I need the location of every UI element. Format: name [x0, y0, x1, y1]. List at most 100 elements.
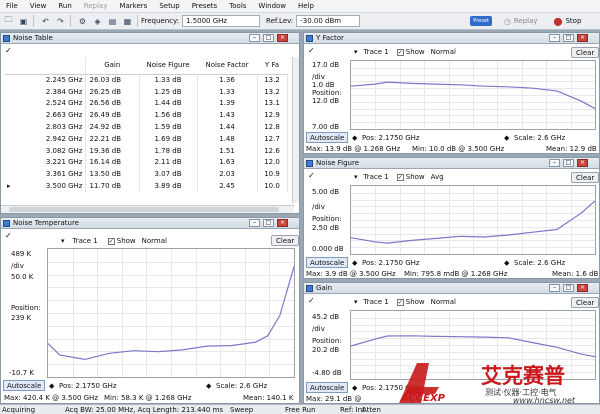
autoscale-button[interactable]: Autoscale [3, 380, 46, 391]
show-checkbox[interactable]: ✓ [396, 48, 404, 56]
close-icon[interactable]: × [277, 219, 288, 227]
menu-file[interactable]: File [0, 2, 24, 10]
position-value[interactable]: 2.50 dB [312, 224, 339, 232]
position-value[interactable]: 20.2 dB [312, 346, 339, 354]
position-readout[interactable]: Pos: 2.1750 GHz [362, 259, 420, 267]
mode-select[interactable]: Avg [431, 173, 444, 181]
redo-icon[interactable]: ↷ [54, 15, 67, 28]
trace-select[interactable]: Trace 1 [364, 173, 389, 181]
menu-replay[interactable]: Replay [78, 2, 114, 10]
save-icon[interactable]: ▣ [17, 15, 30, 28]
show-checkbox[interactable]: ✓ [107, 237, 115, 245]
table-row[interactable]: 3.221 GHz 16.14 dB 2.11 dB 1.63 12.0 [5, 156, 288, 169]
div-value[interactable]: 50.0 K [11, 273, 33, 281]
table-row[interactable]: ▸ 3.500 GHz 11.70 dB 3.89 dB 2.45 10.0 [5, 180, 288, 192]
maximize-icon[interactable]: □ [563, 159, 574, 167]
minimize-icon[interactable]: – [249, 219, 260, 227]
clear-button[interactable]: Clear [571, 47, 599, 58]
check-mark-icon[interactable]: ✓ [308, 46, 315, 55]
table-row[interactable]: 3.361 GHz 13.50 dB 3.07 dB 2.03 10.9 [5, 168, 288, 181]
settings-icon[interactable]: ⚙ [76, 15, 89, 28]
table-row[interactable]: 2.803 GHz 24.92 dB 1.59 dB 1.44 12.8 [5, 121, 288, 133]
minimize-icon[interactable]: – [249, 34, 260, 42]
trace-select[interactable]: Trace 1 [73, 237, 98, 245]
column-header-gain[interactable]: Gain [85, 57, 139, 75]
frequency-field[interactable]: 1.5000 GHz [182, 15, 261, 27]
show-checkbox[interactable]: ✓ [396, 298, 404, 306]
menu-view[interactable]: View [24, 2, 53, 10]
mode-select[interactable]: Normal [142, 237, 167, 245]
trace-dropdown-icon[interactable]: ▾ [354, 298, 358, 306]
open-folder-icon[interactable]: 🗀 [2, 15, 15, 28]
noise-temperature-plot[interactable] [47, 248, 295, 378]
menu-presets[interactable]: Presets [186, 2, 223, 10]
div-value[interactable]: 1.0 dB [312, 81, 335, 89]
y-factor-plot[interactable] [350, 60, 596, 130]
trace-dropdown-icon[interactable]: ▾ [354, 48, 358, 56]
minimize-icon[interactable]: – [549, 34, 560, 42]
check-mark-icon[interactable]: ✓ [308, 171, 315, 180]
stop-icon[interactable]: ⬤ [554, 17, 563, 26]
position-readout[interactable]: Pos: 2.1750 GHz [362, 134, 420, 142]
minimize-icon[interactable]: – [549, 159, 560, 167]
trace-dropdown-icon[interactable]: ▾ [354, 173, 358, 181]
scrollbar-thumb[interactable] [9, 207, 279, 212]
menu-setup[interactable]: Setup [153, 2, 185, 10]
mode-select[interactable]: Normal [431, 298, 456, 306]
menu-window[interactable]: Window [252, 2, 292, 10]
table-row[interactable]: 2.942 GHz 22.21 dB 1.69 dB 1.48 12.7 [5, 132, 288, 145]
clear-button[interactable]: Clear [571, 172, 599, 183]
autoscale-button[interactable]: Autoscale [306, 257, 349, 268]
check-mark-icon[interactable]: ✓ [308, 296, 315, 305]
undo-icon[interactable]: ↶ [39, 15, 52, 28]
noise-figure-plot[interactable] [350, 185, 596, 255]
menu-run[interactable]: Run [52, 2, 77, 10]
marker-icon[interactable]: ◈ [91, 15, 104, 28]
ref-level-field[interactable]: -30.00 dBm [296, 15, 361, 27]
clear-button[interactable]: Clear [571, 297, 599, 308]
replay-button[interactable]: Replay [514, 17, 538, 25]
maximize-icon[interactable]: □ [563, 34, 574, 42]
replay-icon[interactable]: ◷ [504, 17, 511, 26]
table-row[interactable]: 3.082 GHz 19.36 dB 1.78 dB 1.51 12.6 [5, 144, 288, 157]
maximize-icon[interactable]: □ [563, 284, 574, 292]
mode-select[interactable]: Normal [431, 48, 456, 56]
column-header-noise-factor[interactable]: Noise Factor [197, 57, 257, 75]
scale-readout[interactable]: Scale: 2.6 GHz [514, 134, 565, 142]
check-mark-icon[interactable]: ✓ [5, 46, 12, 55]
table-row[interactable]: 2.663 GHz 26.49 dB 1.56 dB 1.43 12.9 [5, 109, 288, 122]
layout-icon[interactable]: ▦ [121, 15, 134, 28]
clear-button[interactable]: Clear [271, 235, 299, 246]
scale-readout[interactable]: Scale: 2.6 GHz [216, 382, 267, 390]
menu-help[interactable]: Help [292, 2, 320, 10]
menu-markers[interactable]: Markers [113, 2, 153, 10]
close-icon[interactable]: × [277, 34, 288, 42]
maximize-icon[interactable]: □ [263, 219, 274, 227]
column-header-y-factor[interactable]: Y Fa [257, 57, 287, 75]
position-readout[interactable]: Pos: 2.1750 GHz [59, 382, 117, 390]
minimize-icon[interactable]: – [549, 284, 560, 292]
horizontal-scrollbar[interactable] [1, 205, 294, 213]
vertical-scrollbar[interactable] [292, 57, 299, 203]
stop-button[interactable]: Stop [565, 17, 581, 25]
autoscale-button[interactable]: Autoscale [306, 132, 349, 143]
check-mark-icon[interactable]: ✓ [5, 231, 12, 240]
position-value[interactable]: 12.0 dB [312, 97, 339, 105]
position-value[interactable]: 239 K [11, 314, 31, 322]
scale-readout[interactable]: Scale: 2.6 GHz [514, 259, 565, 267]
close-icon[interactable]: × [577, 34, 588, 42]
trace-select[interactable]: Trace 1 [364, 48, 389, 56]
menu-tools[interactable]: Tools [223, 2, 252, 10]
trace-select[interactable]: Trace 1 [364, 298, 389, 306]
table-row[interactable]: 2.524 GHz 26.56 dB 1.44 dB 1.39 13.1 [5, 97, 288, 110]
table-row[interactable]: 2.384 GHz 26.25 dB 1.25 dB 1.33 13.2 [5, 85, 288, 98]
close-icon[interactable]: × [577, 159, 588, 167]
close-icon[interactable]: × [577, 284, 588, 292]
column-header-noise-figure[interactable]: Noise Figure [139, 57, 197, 75]
preset-button[interactable]: Preset [470, 16, 492, 26]
table-row[interactable]: 2.245 GHz 26.03 dB 1.33 dB 1.36 13.2 [5, 74, 288, 86]
display-icon[interactable]: ▤ [106, 15, 119, 28]
autoscale-button[interactable]: Autoscale [306, 382, 349, 393]
trace-dropdown-icon[interactable]: ▾ [61, 237, 65, 245]
maximize-icon[interactable]: □ [263, 34, 274, 42]
